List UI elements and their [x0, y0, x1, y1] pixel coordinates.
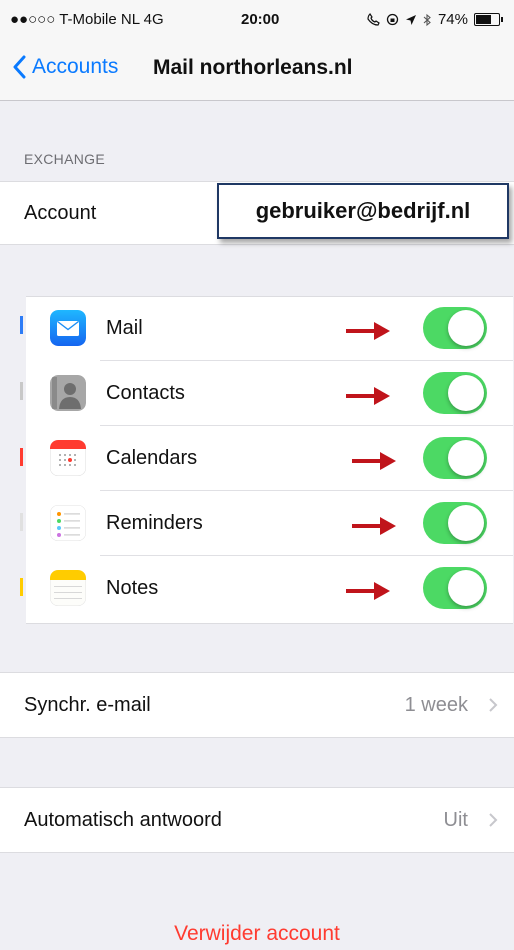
battery-icon: [474, 13, 503, 26]
service-label-reminders: Reminders: [106, 512, 203, 534]
account-email-callout: gebruiker@bedrijf.nl: [217, 183, 509, 239]
arrow-icon: [352, 452, 396, 470]
reminders-toggle[interactable]: [423, 502, 487, 544]
service-label-calendars: Calendars: [106, 447, 198, 469]
battery-fill: [476, 15, 491, 24]
arrow-icon: [346, 582, 390, 600]
location-icon: [405, 14, 416, 25]
service-row-mail: Mail: [26, 296, 513, 361]
service-label-contacts: Contacts: [106, 382, 185, 404]
chevron-right-icon: [489, 813, 498, 827]
phone-icon: [367, 13, 380, 26]
mail-toggle[interactable]: [423, 307, 487, 349]
lock-rotation-icon: [386, 13, 399, 26]
back-button[interactable]: Accounts: [12, 55, 118, 79]
sync-mail-value: 1 week: [404, 694, 468, 716]
toggle-knob: [448, 440, 484, 476]
edge-strip-notes: [20, 578, 23, 596]
notes-toggle[interactable]: [423, 567, 487, 609]
status-icons: 74%: [367, 11, 503, 28]
contacts-app-icon: [50, 375, 86, 411]
auto-reply-value: Uit: [443, 809, 468, 831]
service-row-notes: Notes: [26, 556, 513, 621]
battery-percentage: 74%: [437, 11, 468, 28]
clock: 20:00: [241, 11, 280, 28]
mail-app-icon: [50, 310, 86, 346]
chevron-right-icon: [489, 698, 498, 712]
carrier-label: ●●○○○ T-Mobile NL 4G: [10, 11, 164, 28]
service-row-contacts: Contacts: [26, 361, 513, 426]
service-label-mail: Mail: [106, 317, 143, 339]
notes-app-icon: [50, 570, 86, 606]
auto-reply-label: Automatisch antwoord: [24, 809, 222, 831]
arrow-icon: [346, 387, 390, 405]
contacts-toggle[interactable]: [423, 372, 487, 414]
account-label: Account: [24, 202, 97, 224]
toggle-knob: [448, 505, 484, 541]
reminders-app-icon: [50, 505, 86, 541]
page-title: Mail northorleans.nl: [153, 56, 353, 79]
edge-strip-mail: [20, 316, 23, 334]
section-header-exchange: EXCHANGE: [24, 151, 105, 167]
back-button-label: Accounts: [32, 55, 119, 78]
bluetooth-icon: [423, 13, 431, 26]
edge-strip-calendars: [20, 448, 23, 466]
auto-reply-row[interactable]: Automatisch antwoord Uit: [0, 787, 514, 853]
sync-mail-label: Synchr. e-mail: [24, 694, 151, 716]
navigation-bar: Accounts Mail northorleans.nl: [0, 38, 514, 101]
arrow-icon: [352, 517, 396, 535]
toggle-knob: [448, 570, 484, 606]
toggle-knob: [448, 375, 484, 411]
calendar-app-icon: [50, 440, 86, 476]
arrow-icon: [346, 322, 390, 340]
service-row-reminders: Reminders: [26, 491, 513, 556]
edge-strip-contacts: [20, 382, 23, 400]
calendars-toggle[interactable]: [423, 437, 487, 479]
status-bar: ●●○○○ T-Mobile NL 4G 20:00 74%: [0, 0, 514, 38]
chevron-left-icon: [13, 55, 26, 79]
toggle-knob: [448, 310, 484, 346]
delete-account-button[interactable]: Verwijder account: [0, 922, 514, 946]
service-row-calendars: Calendars: [26, 426, 513, 491]
edge-strip-reminders: [20, 513, 23, 531]
sync-mail-row[interactable]: Synchr. e-mail 1 week: [0, 672, 514, 738]
service-label-notes: Notes: [106, 577, 159, 599]
